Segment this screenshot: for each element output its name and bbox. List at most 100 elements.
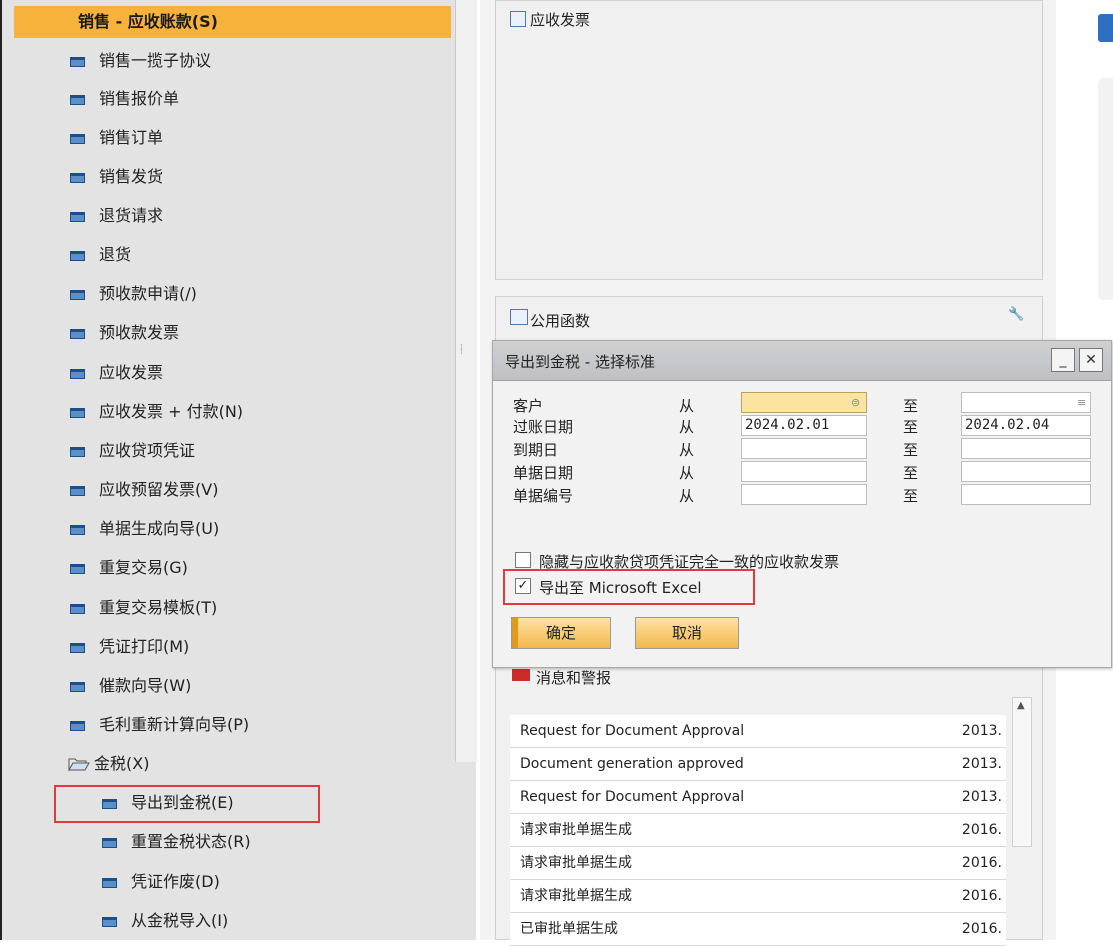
wrench-icon[interactable]: 🔧 [1008, 307, 1024, 322]
message-row[interactable]: 请求审批单据生成 2016. [510, 847, 1006, 880]
menu-item-sales-order[interactable]: 销售订单 [70, 120, 163, 156]
highlight-export-excel [503, 569, 755, 605]
document-number-from-field[interactable] [741, 484, 867, 505]
ar-invoice-link[interactable]: 应收发票 [530, 9, 590, 30]
form-icon [70, 329, 85, 339]
form-icon [70, 604, 85, 614]
form-icon [102, 838, 117, 848]
functions-icon [510, 309, 528, 325]
form-icon [70, 408, 85, 418]
export-golden-tax-dialog: 导出到金税 - 选择标准 _ ✕ 客户 从 ⊜ 至 ≡ 过账日期 从 2024.… [492, 340, 1112, 668]
messages-alerts-title: 消息和警报 [536, 669, 612, 687]
document-number-to-field[interactable] [961, 484, 1091, 505]
menu-item-void-document[interactable]: 凭证作废(D) [102, 864, 220, 900]
menu-item-reset-golden-tax-status[interactable]: 重置金税状态(R) [102, 824, 251, 860]
form-icon [70, 486, 85, 496]
menu-item-ar-invoice-payment[interactable]: 应收发票 + 付款(N) [70, 394, 243, 430]
menu-item-ar-invoice[interactable]: 应收发票 [70, 355, 163, 391]
sales-ar-menu: 销售 - 应收账款(S) 销售一揽子协议 销售报价单 销售订单 销售发货 退货请… [0, 0, 477, 940]
message-row[interactable]: 已审批单据生成 2016. [510, 913, 1006, 946]
form-icon [102, 878, 117, 888]
to-label: 至 [903, 441, 919, 459]
from-label: 从 [679, 464, 695, 482]
menu-item-down-payment-invoice[interactable]: 预收款发票 [70, 315, 179, 351]
menu-item-dunning-wizard[interactable]: 催款向导(W) [70, 668, 191, 704]
message-row[interactable]: Request for Document Approval 2013. [510, 781, 1006, 814]
menu-item-return-request[interactable]: 退货请求 [70, 198, 163, 234]
list-icon[interactable]: ≡ [1077, 396, 1107, 409]
posting-date-from-field[interactable]: 2024.02.01 [741, 415, 867, 436]
from-label: 从 [679, 418, 695, 436]
to-label: 至 [903, 487, 919, 505]
label-document-date: 单据日期 [513, 464, 574, 482]
menu-item-blanket-agreement[interactable]: 销售一揽子协议 [70, 43, 211, 79]
close-button[interactable]: ✕ [1079, 348, 1103, 372]
alert-icon [512, 669, 530, 681]
menu-item-return[interactable]: 退货 [70, 237, 131, 273]
menu-item-delivery[interactable]: 销售发货 [70, 159, 163, 195]
menu-item-recurring-transactions[interactable]: 重复交易(G) [70, 550, 188, 586]
due-date-to-field[interactable] [961, 438, 1091, 459]
menu-item-ar-credit-memo[interactable]: 应收贷项凭证 [70, 433, 195, 469]
form-icon [70, 721, 85, 731]
menu-item-sales-quotation[interactable]: 销售报价单 [70, 81, 179, 117]
message-row[interactable]: Document generation approved 2013. [510, 748, 1006, 781]
menu-item-down-payment-request[interactable]: 预收款申请(/) [70, 276, 197, 312]
posting-date-to-field[interactable]: 2024.02.04 [961, 415, 1091, 436]
minimize-button[interactable]: _ [1051, 348, 1075, 372]
menu-item-ar-reserve-invoice[interactable]: 应收预留发票(V) [70, 472, 218, 508]
form-icon [70, 447, 85, 457]
label-customer: 客户 [513, 397, 544, 415]
label-document-number: 单据编号 [513, 487, 574, 505]
menu-folder-golden-tax[interactable]: 金税(X) [68, 746, 149, 782]
form-icon [102, 917, 117, 927]
splitter-grip[interactable]: ⁞ ⁞ [460, 344, 463, 357]
customer-from-field[interactable] [741, 392, 867, 413]
customer-to-field[interactable] [961, 392, 1091, 413]
message-row[interactable]: 请求审批单据生成 2016. [510, 880, 1006, 913]
menu-item-document-generation-wizard[interactable]: 单据生成向导(U) [70, 511, 219, 547]
from-label: 从 [679, 397, 695, 415]
from-label: 从 [679, 487, 695, 505]
message-row[interactable]: Request for Document Approval 2013. [510, 715, 1006, 748]
form-icon [70, 212, 85, 222]
form-icon [70, 251, 85, 261]
messages-table: Request for Document Approval 2013. Docum… [510, 715, 1006, 946]
folder-open-icon [68, 758, 90, 771]
to-label: 至 [903, 418, 919, 436]
messages-scrollbar[interactable]: ▲ [1012, 697, 1032, 847]
form-icon [70, 564, 85, 574]
dialog-titlebar[interactable]: 导出到金税 - 选择标准 _ ✕ [493, 341, 1111, 381]
due-date-from-field[interactable] [741, 438, 867, 459]
to-label: 至 [903, 464, 919, 482]
menu-item-recurring-templates[interactable]: 重复交易模板(T) [70, 590, 217, 626]
document-date-to-field[interactable] [961, 461, 1091, 482]
document-date-from-field[interactable] [741, 461, 867, 482]
form-icon [70, 290, 85, 300]
document-icon [510, 11, 526, 27]
highlight-export-menu-item [54, 785, 320, 823]
menu-header-sales-ar[interactable]: 销售 - 应收账款(S) [14, 6, 451, 38]
menu-item-document-printing[interactable]: 凭证打印(M) [70, 629, 189, 665]
form-icon [70, 525, 85, 535]
hide-matching-invoices-checkbox[interactable] [515, 552, 531, 568]
messages-alerts-panel: 消息和警报 Request for Document Approval 2013.… [495, 660, 1043, 946]
from-label: 从 [679, 441, 695, 459]
form-icon [70, 95, 85, 105]
form-icon [70, 134, 85, 144]
dialog-title: 导出到金税 - 选择标准 [505, 353, 655, 371]
right-panel-tab[interactable] [1098, 14, 1113, 42]
right-panel-card [1098, 78, 1113, 300]
form-icon [70, 682, 85, 692]
label-due-date: 到期日 [513, 441, 559, 459]
button-accent [512, 618, 518, 648]
menu-item-import-golden-tax[interactable]: 从金税导入(I) [102, 903, 228, 939]
menu-scrollbar[interactable] [455, 0, 477, 762]
cancel-button[interactable]: 取消 [635, 617, 739, 649]
form-icon [70, 643, 85, 653]
scroll-up-arrow-icon[interactable]: ▲ [1017, 700, 1025, 711]
message-row[interactable]: 请求审批单据生成 2016. [510, 814, 1006, 847]
form-icon [70, 369, 85, 379]
menu-item-gross-profit-wizard[interactable]: 毛利重新计算向导(P) [70, 707, 249, 743]
ok-button[interactable]: 确定 [511, 617, 611, 649]
